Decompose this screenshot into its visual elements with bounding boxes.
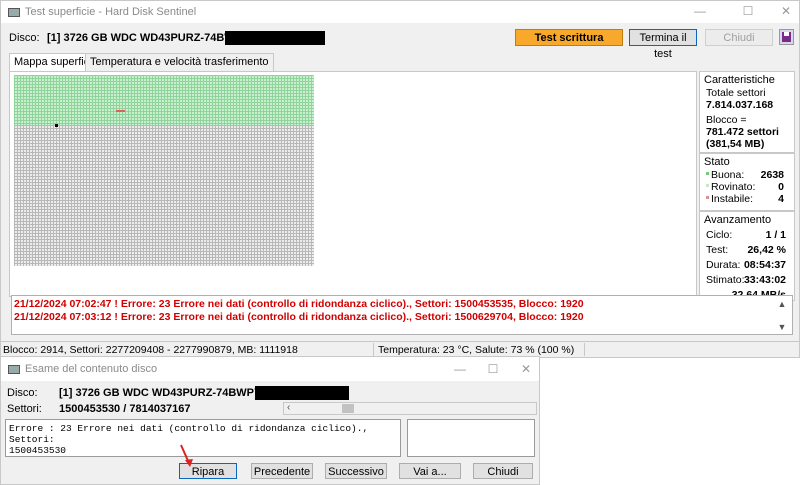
window-title: Test superficie - Hard Disk Sentinel: [25, 6, 197, 18]
estimated-label: Stimato:: [706, 274, 745, 286]
duration-label: Durata:: [706, 259, 741, 271]
status-panel: Stato Buona: 2638 Rovinato: 0 Instabile:…: [699, 153, 795, 211]
minimize-button[interactable]: —: [691, 4, 709, 18]
save-icon[interactable]: [779, 29, 794, 45]
title-bar: Test superficie - Hard Disk Sentinel — ☐…: [1, 1, 799, 23]
duration-value: 08:54:37: [743, 259, 786, 271]
status-unstable-value: 4: [778, 193, 784, 205]
test-label: Test:: [706, 244, 729, 256]
redacted-serial: [255, 386, 349, 400]
disk-content-dialog: Esame del contenuto disco — ☐ ✕ Disco: […: [0, 356, 540, 485]
progress-panel: Avanzamento Ciclo: 1 / 1 Test: 26,42 % D…: [699, 211, 795, 301]
cycle-value: 1 / 1: [765, 229, 786, 241]
app-icon: [8, 8, 20, 17]
block-label: Blocco =: [706, 114, 747, 126]
block-sectors: 781.472 settori: [706, 126, 779, 138]
log-line: 21/12/2024 07:02:47 ! Errore: 23 Errore …: [14, 298, 584, 310]
status-bar-health-info: Temperatura: 23 °C, Salute: 73 % (100 %): [378, 344, 575, 356]
scroll-up-icon[interactable]: ▲: [774, 297, 790, 311]
status-bar-divider: [584, 343, 585, 356]
status-good-label: Buona:: [711, 169, 745, 181]
dialog-title: Esame del contenuto disco: [25, 363, 158, 375]
scrollbar-thumb[interactable]: [342, 404, 354, 413]
dialog-maximize-button[interactable]: ☐: [484, 362, 502, 376]
good-legend-icon: [706, 172, 709, 175]
log-line: 21/12/2024 07:03:12 ! Errore: 23 Errore …: [14, 311, 584, 323]
hex-view-area[interactable]: [407, 419, 535, 457]
status-good-value: 2638: [760, 169, 784, 181]
dialog-minimize-button[interactable]: —: [451, 362, 469, 376]
annotation-arrow-icon: [180, 444, 193, 467]
dialog-sectors-value: 1500453530 / 7814037167: [59, 403, 191, 415]
status-title: Stato: [704, 156, 730, 168]
error-log[interactable]: 21/12/2024 07:02:47 ! Errore: 23 Errore …: [11, 295, 793, 335]
end-test-button[interactable]: Termina il test: [629, 29, 697, 60]
estimated-value: 33:43:02: [743, 274, 786, 286]
block-size: (381,54 MB): [706, 138, 765, 150]
total-sectors-value: 7.814.037.168: [706, 99, 774, 111]
main-window: Test superficie - Hard Disk Sentinel — ☐…: [0, 0, 800, 358]
scroll-down-icon[interactable]: ▼: [774, 320, 790, 334]
redacted-serial: [225, 31, 325, 45]
current-block-marker: [55, 124, 58, 127]
dialog-disk-label: Disco:: [7, 387, 38, 399]
disk-label: Disco:: [9, 32, 40, 44]
characteristics-panel: Caratteristiche Totale settori 7.814.037…: [699, 71, 795, 153]
cycle-label: Ciclo:: [706, 229, 733, 241]
write-test-button[interactable]: Test scrittura: [515, 29, 623, 46]
status-bar-divider: [373, 343, 374, 356]
close-window-button[interactable]: ✕: [777, 4, 795, 18]
surface-map-panel: [9, 71, 697, 297]
dialog-sectors-label: Settori:: [7, 403, 42, 415]
scroll-left-icon[interactable]: ‹: [287, 402, 290, 413]
dialog-title-bar: Esame del contenuto disco — ☐ ✕: [1, 357, 539, 381]
dialog-close-window-button[interactable]: ✕: [517, 362, 535, 376]
close-button[interactable]: Chiudi: [705, 29, 773, 46]
content-text-area[interactable]: Errore : 23 Errore nei dati (controllo d…: [5, 419, 401, 457]
status-bar: Blocco: 2914, Settori: 2277209408 - 2277…: [1, 341, 799, 357]
dialog-app-icon: [8, 365, 20, 374]
unstable-block-marker: [116, 110, 125, 112]
content-text: Errore : 23 Errore nei dati (controllo d…: [9, 423, 369, 456]
next-button[interactable]: Successivo: [325, 463, 387, 479]
dialog-close-button[interactable]: Chiudi: [473, 463, 533, 479]
progress-title: Avanzamento: [704, 214, 772, 226]
status-damaged-value: 0: [778, 181, 784, 193]
status-bar-block-info: Blocco: 2914, Settori: 2277209408 - 2277…: [3, 344, 298, 356]
characteristics-title: Caratteristiche: [704, 74, 775, 86]
status-unstable-label: Instabile:: [711, 193, 754, 205]
status-damaged-label: Rovinato:: [711, 181, 756, 193]
unstable-legend-icon: [706, 196, 709, 199]
test-value: 26,42 %: [747, 244, 786, 256]
tab-temperature-speed[interactable]: Temperatura e velocità trasferimento: [85, 53, 274, 71]
total-sectors-label: Totale settori: [706, 87, 766, 99]
sector-scrollbar[interactable]: ‹: [283, 402, 537, 415]
surface-map-tested-blocks: [14, 75, 314, 125]
surface-map-untested-blocks: [14, 125, 314, 266]
damaged-legend-icon: [706, 184, 709, 187]
dialog-disk-value: [1] 3726 GB WDC WD43PURZ-74BWPY0: [59, 387, 268, 399]
goto-button[interactable]: Vai a...: [399, 463, 461, 479]
maximize-button[interactable]: ☐: [739, 4, 757, 18]
previous-button[interactable]: Precedente: [251, 463, 313, 479]
